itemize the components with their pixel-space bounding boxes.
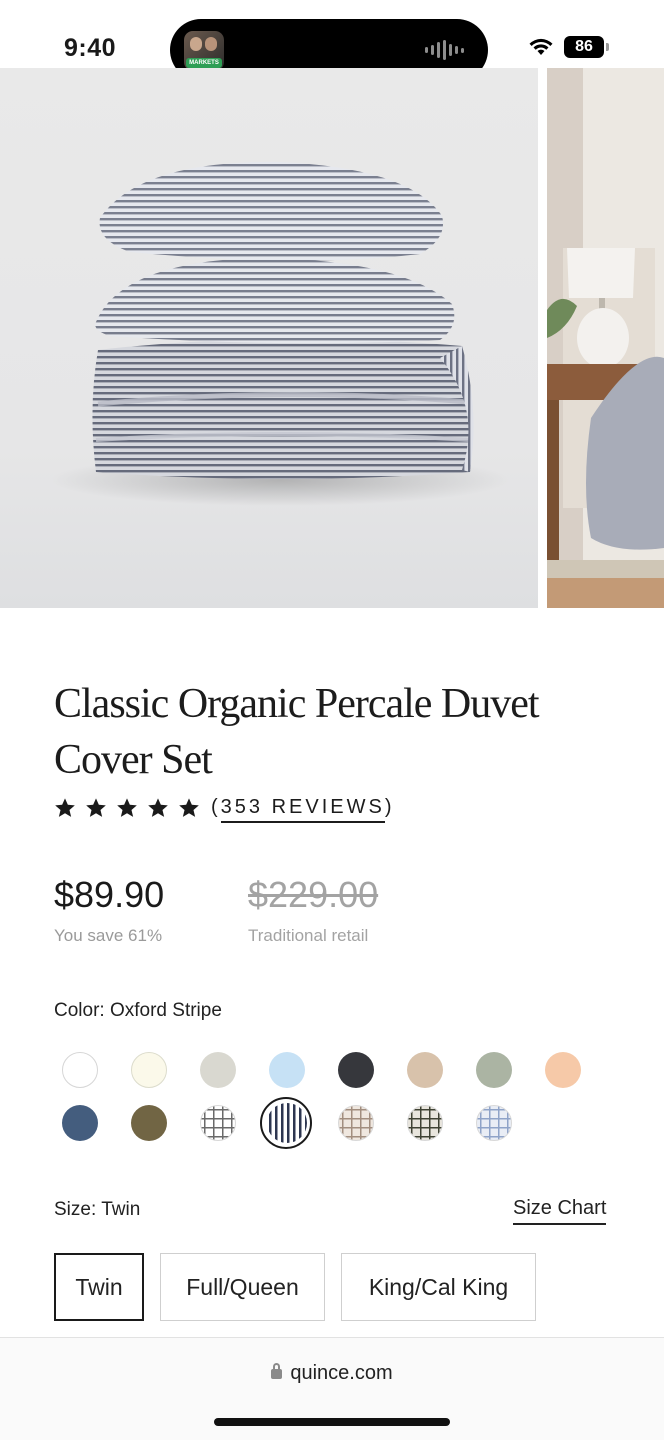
color-swatch-10[interactable] — [131, 1105, 167, 1141]
wifi-icon — [529, 38, 553, 55]
color-label-prefix: Color: — [54, 1000, 105, 1021]
color-swatch-9[interactable] — [62, 1105, 98, 1141]
status-icons: 86 — [528, 36, 609, 58]
color-swatch-15[interactable] — [476, 1105, 512, 1141]
status-bar: 9:40 MARKETS 86 — [0, 0, 664, 81]
markets-tag: MARKETS — [186, 58, 222, 68]
audio-waveform-icon — [425, 39, 464, 61]
address-bar[interactable]: quince.com — [0, 1362, 664, 1385]
retail-label: Traditional retail — [248, 926, 369, 945]
color-swatch-11[interactable] — [200, 1105, 236, 1141]
color-swatch-3[interactable] — [200, 1052, 236, 1088]
color-swatch-7[interactable] — [476, 1052, 512, 1088]
star-icon — [86, 797, 106, 817]
size-label: Size: Twin — [54, 1199, 140, 1221]
size-option-king-cal-king[interactable]: King/Cal King — [341, 1253, 536, 1321]
browser-bottom-bar: quince.com — [0, 1337, 664, 1440]
reviews-link[interactable]: (353 REVIEWS) — [211, 796, 395, 823]
sale-price: $89.90 — [54, 874, 165, 915]
retail-price: $229.00 — [248, 874, 379, 915]
star-icon — [179, 797, 199, 817]
star-icon — [117, 797, 137, 817]
lock-icon — [271, 1363, 283, 1379]
size-option-full-queen[interactable]: Full/Queen — [160, 1253, 325, 1321]
star-icon — [148, 797, 168, 817]
size-label-prefix: Size: — [54, 1199, 97, 1220]
color-swatch-6[interactable] — [407, 1052, 443, 1088]
star-icon — [55, 797, 75, 817]
battery-indicator: 86 — [564, 36, 609, 58]
reviews-count[interactable]: 353 REVIEWS — [220, 796, 385, 823]
color-swatch-1[interactable] — [62, 1052, 98, 1088]
product-photo-bedroom — [547, 68, 664, 608]
status-time: 9:40 — [64, 34, 117, 62]
size-chart-link[interactable]: Size Chart — [513, 1197, 607, 1225]
rating-row[interactable]: (353 REVIEWS) — [54, 796, 395, 823]
live-activity-app-icon[interactable]: MARKETS — [184, 31, 224, 71]
selected-swatch-ring — [260, 1097, 312, 1149]
product-image-secondary[interactable] — [547, 68, 664, 608]
home-indicator[interactable] — [214, 1418, 450, 1426]
url-text[interactable]: quince.com — [290, 1362, 392, 1384]
selected-color-name: Oxford Stripe — [109, 1000, 222, 1021]
color-swatch-4[interactable] — [269, 1052, 305, 1088]
color-swatch-2[interactable] — [131, 1052, 167, 1088]
product-image-main[interactable] — [0, 68, 538, 608]
product-photo-duvet-stack — [50, 161, 510, 506]
color-swatch-14[interactable] — [407, 1105, 443, 1141]
color-swatch-13[interactable] — [338, 1105, 374, 1141]
product-title: Classic Organic Percale Duvet Cover Set — [54, 681, 540, 783]
color-label: Color: Oxford Stripe — [54, 1000, 222, 1022]
selected-size-name: Twin — [101, 1199, 141, 1220]
size-option-twin[interactable]: Twin — [54, 1253, 144, 1321]
color-swatch-5[interactable] — [338, 1052, 374, 1088]
savings-text: You save 61% — [54, 926, 163, 945]
color-swatch-8[interactable] — [545, 1052, 581, 1088]
